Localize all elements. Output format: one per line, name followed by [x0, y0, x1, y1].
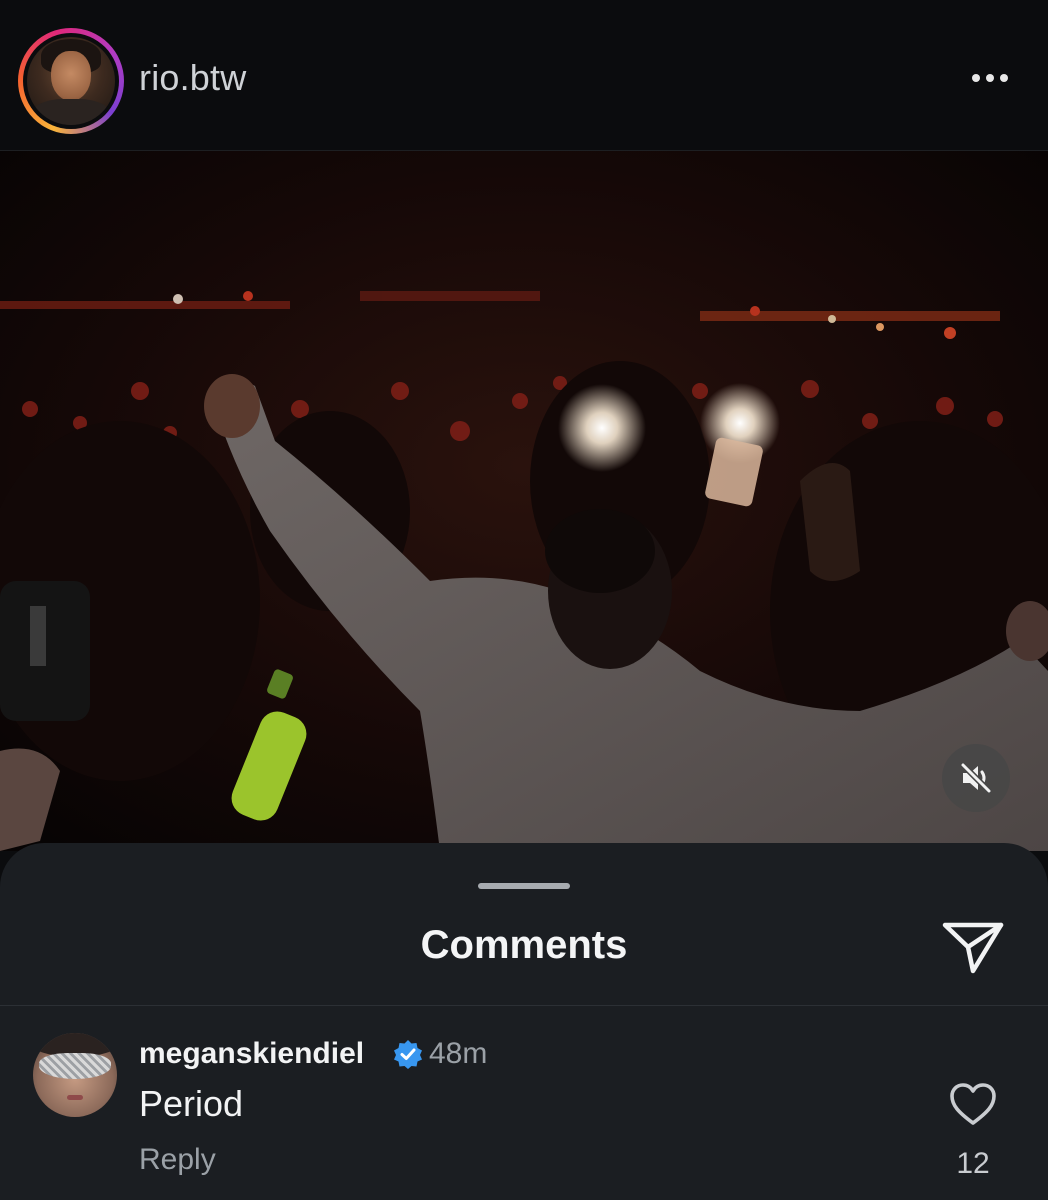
like-count: 12 [956, 1147, 990, 1180]
heart-outline-icon[interactable] [948, 1081, 998, 1127]
comment-timestamp: 48m [429, 1037, 488, 1070]
sheet-grabber[interactable] [478, 883, 570, 889]
avatar[interactable] [27, 37, 115, 125]
verified-badge-icon [393, 1039, 423, 1069]
reply-button[interactable]: Reply [139, 1143, 216, 1177]
comments-sheet: Comments meganskiendiel 48m Period Reply [0, 843, 1048, 1200]
instagram-post-screen: rio.btw Comments meganskiendiel 48m Peri… [0, 0, 1048, 1200]
post-header: rio.btw [0, 0, 1048, 151]
paper-plane-icon[interactable] [940, 917, 1006, 977]
sheet-divider [0, 1005, 1048, 1006]
post-username[interactable]: rio.btw [139, 57, 246, 99]
mute-toggle-button[interactable] [942, 744, 1010, 812]
post-video[interactable] [0, 151, 1048, 851]
more-options-icon[interactable] [960, 58, 1020, 98]
comment-text: Period [139, 1083, 244, 1124]
speaker-muted-icon [960, 762, 992, 794]
comment-avatar[interactable] [33, 1033, 117, 1117]
concert-video-frame [0, 151, 1048, 851]
comment-username[interactable]: meganskiendiel [139, 1037, 364, 1071]
sheet-title: Comments [420, 923, 628, 967]
